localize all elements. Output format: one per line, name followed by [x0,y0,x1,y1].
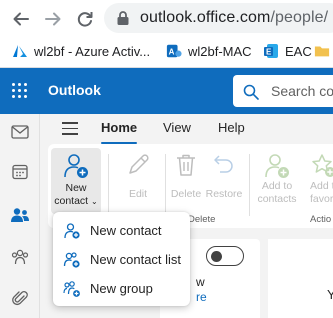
delete-group-label: Delete [188,214,216,225]
add-group-icon [63,280,81,298]
app-name[interactable]: Outlook [48,82,101,98]
back-icon[interactable] [10,8,32,30]
new-contact-button[interactable]: New contact ⌄ [51,148,101,214]
edit-button[interactable]: Edit [118,148,158,214]
url-text: outlook.office.com/people/ [140,9,328,27]
ribbon-divider [108,154,109,216]
add-person-icon [51,152,101,182]
ribbon-tab-bar: Home View Help [40,114,333,144]
star-icon [304,152,333,180]
ribbon-divider [249,154,250,216]
card-text: w [196,275,205,289]
details-pane [268,239,333,318]
delete-button[interactable]: Delete [168,148,204,214]
browser-address-bar: outlook.office.com/people/ [0,0,333,34]
bookmark-label: wl2bf - Azure Activ... [34,43,151,59]
calendar-icon[interactable] [10,162,30,182]
card-link[interactable]: re [196,290,207,304]
outlook-people-window: outlook.office.com/people/ wl2bf - Azure… [0,0,333,318]
add-to-contacts-button[interactable]: Add to contacts [254,148,300,214]
restore-label: Restore [205,188,243,200]
search-input[interactable]: Search con [233,75,333,107]
tab-help[interactable]: Help [218,120,245,135]
tab-home[interactable]: Home [101,120,137,135]
add-to-favorites-label-1: Add t [310,180,333,192]
bookmark-azure[interactable]: wl2bf - Azure Activ... [12,41,150,61]
app-launcher-icon[interactable] [12,83,28,99]
menu-item-label: New contact [90,223,162,238]
add-person-green-icon [254,152,300,180]
bookmarks-bar: wl2bf - Azure Activ... A wl2bf-MAC E EAC [0,34,333,68]
svg-text:A: A [169,48,175,57]
add-to-favorites-button[interactable]: Add t favori [304,148,333,214]
outlook-header: Outlook Search con [0,68,333,114]
url-field[interactable]: outlook.office.com/people/ [104,3,333,33]
menu-item-new-contact-list[interactable]: New contact list [53,246,190,274]
bookmark-folder[interactable] [314,41,333,61]
attachment-icon[interactable] [10,288,30,308]
actions-group-label: Actio [310,214,332,225]
bookmark-eac[interactable]: E EAC [263,41,312,61]
menu-item-new-contact[interactable]: New contact [53,217,190,245]
forward-icon[interactable] [42,8,64,30]
pane-text: Y [327,287,333,302]
groups-icon[interactable] [10,247,30,267]
search-icon [243,84,259,105]
reload-icon[interactable] [74,8,96,30]
search-placeholder: Search con [271,83,333,99]
mac-admin-icon: A [166,43,182,59]
ribbon-divider [165,154,166,216]
new-contact-label-2: contact ⌄ [54,195,98,207]
toggle-switch[interactable] [206,246,244,266]
chevron-down-icon: ⌄ [91,197,98,206]
toggle-knob [211,250,222,262]
delete-label: Delete [170,188,202,200]
svg-text:E: E [266,48,272,57]
add-to-favorites-label-2: favori [310,193,333,205]
new-contact-label-1: New [65,182,87,194]
menu-item-label: New contact list [90,252,182,267]
undo-icon [204,152,244,188]
restore-button[interactable]: Restore [204,148,244,214]
bookmark-label: wl2bf-MAC [188,43,252,59]
edit-label: Edit [128,188,148,200]
add-to-contacts-label-2: contacts [257,193,297,205]
azure-icon [12,43,28,59]
add-person-icon [63,222,81,240]
app-rail [0,114,40,318]
new-contact-menu: New contact New contact list New group [53,212,190,306]
tab-view[interactable]: View [163,120,191,135]
bookmark-mac[interactable]: A wl2bf-MAC [166,41,252,61]
lock-icon[interactable] [116,10,130,31]
menu-item-label: New group [90,281,153,296]
pencil-icon [118,152,158,188]
menu-item-new-group[interactable]: New group [53,275,190,303]
hamburger-menu-icon[interactable] [62,122,78,135]
people-icon[interactable] [10,205,30,225]
folder-icon [314,43,330,59]
mail-icon[interactable] [10,122,30,142]
url-host: outlook.office.com [140,9,271,26]
bookmark-label: EAC [285,43,312,59]
add-to-contacts-label-1: Add to [261,180,293,192]
exchange-icon: E [263,43,279,59]
url-path: /people/ [270,9,329,26]
add-contact-list-icon [63,251,81,269]
trash-icon [168,152,204,188]
